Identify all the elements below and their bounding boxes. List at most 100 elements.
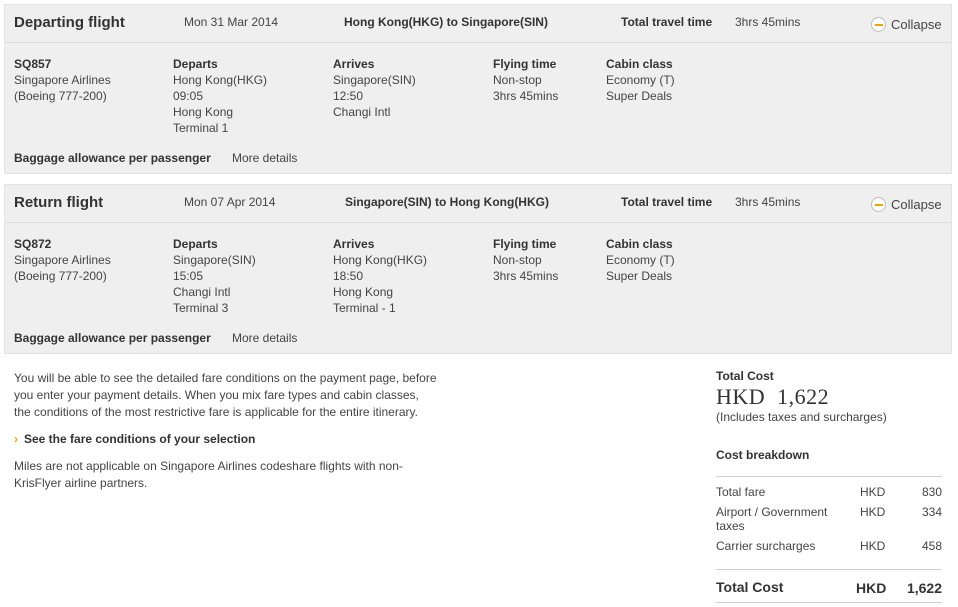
cost-row-currency: HKD [860, 539, 886, 553]
fare-conditions-link[interactable]: › See the fare conditions of your select… [14, 432, 255, 446]
arrives-city: Changi Intl [333, 105, 391, 119]
departs-airport: Hong Kong(HKG) [173, 73, 268, 87]
departs-time: 09:05 [173, 89, 204, 103]
cabin-class-column: Cabin class Economy (T) Super Deals [606, 236, 675, 284]
cost-row-name: Airport / Government taxes [716, 505, 828, 533]
arrives-label: Arrives [333, 237, 375, 251]
miles-notice-line: Miles are not applicable on Singapore Ai… [14, 459, 403, 473]
cabin-class-label: Cabin class [606, 57, 673, 71]
cost-breakdown-label: Cost breakdown [716, 448, 810, 462]
chevron-right-icon: › [14, 432, 18, 446]
departs-label: Departs [173, 57, 218, 71]
cost-row-currency: HKD [860, 505, 886, 519]
collapse-icon [871, 197, 886, 212]
fare-conditions-link-label: See the fare conditions of your selectio… [24, 432, 256, 446]
baggage-allowance-label: Baggage allowance per passenger [14, 151, 211, 165]
total-travel-time-value: 3hrs 45mins [735, 15, 801, 29]
flying-time-column: Flying time Non-stop 3hrs 45mins [493, 56, 558, 104]
arrives-airport: Singapore(SIN) [333, 73, 416, 87]
total-travel-time-label: Total travel time [621, 15, 713, 29]
cabin-class-column: Cabin class Economy (T) Super Deals [606, 56, 675, 104]
departing-collapse-button[interactable]: Collapse [871, 17, 942, 32]
return-collapse-button[interactable]: Collapse [871, 197, 942, 212]
cost-row-value: 334 [921, 505, 942, 519]
return-flight-header: Return flight Mon 07 Apr 2014 Singapore(… [5, 185, 951, 223]
airline-name: Singapore Airlines [14, 73, 111, 87]
flying-time-label: Flying time [493, 237, 557, 251]
fare-info-line: you enter your payment details. When you… [14, 388, 419, 402]
cost-summary: Total Cost HKD 1,622 (Includes taxes and… [716, 369, 942, 603]
flight-info-column: SQ872 Singapore Airlines (Boeing 777-200… [14, 236, 111, 284]
aircraft-type: (Boeing 777-200) [14, 269, 107, 283]
departs-city: Changi Intl [173, 285, 231, 299]
collapse-label: Collapse [891, 17, 942, 32]
departs-airport: Singapore(SIN) [173, 253, 256, 267]
departing-flight-header: Departing flight Mon 31 Mar 2014 Hong Ko… [5, 5, 951, 43]
baggage-allowance-label: Baggage allowance per passenger [14, 331, 211, 345]
arrives-time: 18:50 [333, 269, 364, 283]
cabin-class-value: Economy (T) [606, 253, 675, 267]
flying-stops: Non-stop [493, 253, 542, 267]
divider [716, 602, 942, 603]
flying-time-label: Flying time [493, 57, 557, 71]
departs-time: 15:05 [173, 269, 204, 283]
baggage-more-details-link[interactable]: More details [232, 331, 297, 345]
total-cost-note: (Includes taxes and surcharges) [716, 410, 887, 424]
flight-number: SQ857 [14, 57, 52, 71]
departing-flight-panel: Departing flight Mon 31 Mar 2014 Hong Ko… [4, 4, 952, 174]
arrives-column: Arrives Singapore(SIN) 12:50 Changi Intl [333, 56, 416, 120]
departs-column: Departs Hong Kong(HKG) 09:05 Hong Kong T… [173, 56, 267, 136]
return-flight-panel: Return flight Mon 07 Apr 2014 Singapore(… [4, 184, 952, 354]
flying-stops: Non-stop [493, 73, 542, 87]
fare-type: Super Deals [606, 89, 673, 103]
flying-time-column: Flying time Non-stop 3hrs 45mins [493, 236, 558, 284]
arrives-column: Arrives Hong Kong(HKG) 18:50 Hong Kong T… [333, 236, 427, 316]
arrives-airport: Hong Kong(HKG) [333, 253, 428, 267]
cost-row-currency: HKD [860, 485, 886, 499]
grand-total-label: Total Cost [716, 579, 784, 595]
fare-info-line: the conditions of the most restrictive f… [14, 405, 418, 419]
departs-terminal: Terminal 3 [173, 301, 229, 315]
flying-duration: 3hrs 45mins [493, 89, 559, 103]
cost-row-name: Carrier surcharges [716, 539, 816, 553]
return-flight-route: Singapore(SIN) to Hong Kong(HKG) [345, 195, 549, 209]
total-cost-label: Total Cost [716, 369, 774, 383]
grand-total-value: 1,622 [906, 580, 942, 596]
arrives-time: 12:50 [333, 89, 364, 103]
divider [716, 476, 942, 477]
departing-flight-date: Mon 31 Mar 2014 [184, 15, 279, 29]
cost-row-name: Total fare [716, 485, 766, 499]
collapse-icon [871, 17, 886, 32]
flight-info-column: SQ857 Singapore Airlines (Boeing 777-200… [14, 56, 111, 104]
aircraft-type: (Boeing 777-200) [14, 89, 107, 103]
arrives-city: Hong Kong [333, 285, 394, 299]
miles-notice-line: KrisFlyer airline partners. [14, 476, 148, 490]
cabin-class-label: Cabin class [606, 237, 673, 251]
departs-column: Departs Singapore(SIN) 15:05 Changi Intl… [173, 236, 256, 316]
divider [716, 569, 942, 570]
total-cost-amount: HKD 1,622 [716, 384, 830, 409]
cost-row-value: 830 [921, 485, 942, 499]
airline-name: Singapore Airlines [14, 253, 111, 267]
arrives-terminal: Terminal - 1 [333, 301, 396, 315]
departing-flight-route: Hong Kong(HKG) to Singapore(SIN) [344, 15, 548, 29]
departs-terminal: Terminal 1 [173, 121, 229, 135]
fare-conditions-info: You will be able to see the detailed far… [14, 370, 484, 421]
arrives-label: Arrives [333, 57, 375, 71]
miles-notice: Miles are not applicable on Singapore Ai… [14, 458, 444, 492]
total-travel-time-label: Total travel time [621, 195, 713, 209]
cost-row-value: 458 [921, 539, 942, 553]
total-travel-time-value: 3hrs 45mins [735, 195, 801, 209]
fare-type: Super Deals [606, 269, 673, 283]
grand-total-currency: HKD [856, 580, 887, 596]
fare-info-line: You will be able to see the detailed far… [14, 371, 437, 385]
baggage-more-details-link[interactable]: More details [232, 151, 297, 165]
departs-label: Departs [173, 237, 218, 251]
flying-duration: 3hrs 45mins [493, 269, 559, 283]
departing-flight-title: Departing flight [14, 14, 125, 31]
departs-city: Hong Kong [173, 105, 234, 119]
return-flight-date: Mon 07 Apr 2014 [184, 195, 276, 209]
return-flight-title: Return flight [14, 194, 104, 211]
cabin-class-value: Economy (T) [606, 73, 675, 87]
flight-number: SQ872 [14, 237, 52, 251]
